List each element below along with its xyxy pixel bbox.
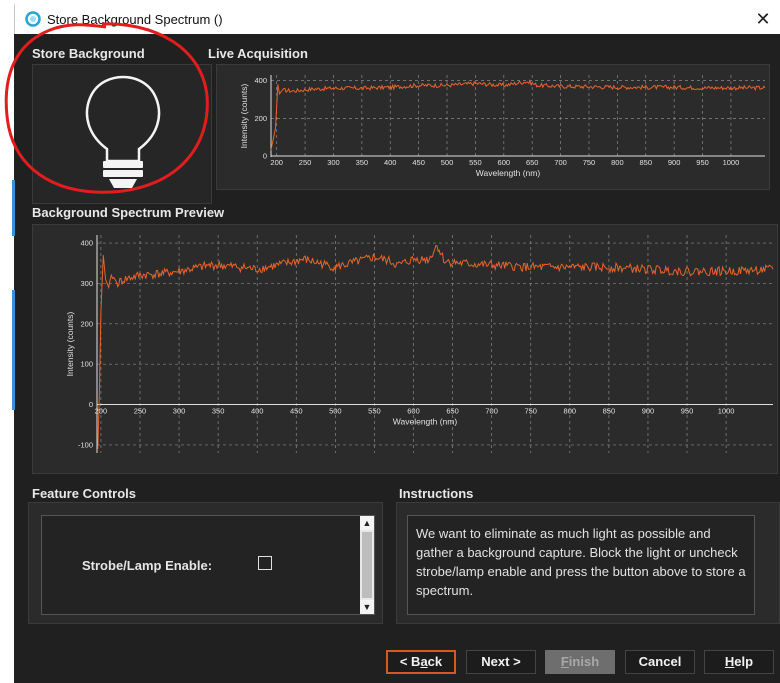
x-tick-label: 900 xyxy=(642,407,655,416)
x-tick-label: 350 xyxy=(212,407,225,416)
live-acquisition-title: Live Acquisition xyxy=(208,46,308,61)
x-tick-label: 250 xyxy=(299,158,312,167)
y-tick-label: 300 xyxy=(80,279,93,288)
x-tick-label: 400 xyxy=(251,407,264,416)
help-mnemonic: H xyxy=(724,654,735,669)
x-tick-label: 500 xyxy=(441,158,454,167)
y-axis-label: Intensity (counts) xyxy=(239,83,249,148)
back-button[interactable]: < Back xyxy=(386,650,456,674)
x-tick-label: 550 xyxy=(368,407,381,416)
x-tick-label: 700 xyxy=(554,158,567,167)
y-axis-label: Intensity (counts) xyxy=(65,311,75,376)
cancel-button[interactable]: Cancel xyxy=(625,650,695,674)
instructions-title: Instructions xyxy=(399,486,474,501)
x-tick-label: 850 xyxy=(640,158,653,167)
y-tick-label: 200 xyxy=(80,319,93,328)
back-label-end: ck xyxy=(427,654,443,669)
x-tick-label: 900 xyxy=(668,158,681,167)
store-background-button[interactable] xyxy=(32,64,212,204)
feature-controls-panel: Strobe/Lamp Enable: ▲ ▼ xyxy=(28,502,383,624)
x-tick-label: 200 xyxy=(95,407,108,416)
x-tick-label: 850 xyxy=(603,407,616,416)
x-tick-label: 1000 xyxy=(718,407,735,416)
y-tick-label: -100 xyxy=(78,440,93,449)
x-tick-label: 550 xyxy=(469,158,482,167)
x-tick-label: 450 xyxy=(412,158,425,167)
x-tick-label: 800 xyxy=(564,407,577,416)
live-acquisition-panel: 200 250 300 350 400 450 500 550 600 650 700 750 800 8… xyxy=(216,64,770,190)
help-label-rest: elp xyxy=(734,654,754,669)
x-tick-label: 1000 xyxy=(723,158,740,167)
x-tick-label: 500 xyxy=(329,407,342,416)
scroll-thumb[interactable] xyxy=(362,532,372,598)
x-tick-label: 650 xyxy=(446,407,459,416)
finish-button[interactable]: Finish xyxy=(545,650,615,674)
x-tick-label: 250 xyxy=(134,407,147,416)
x-tick-label: 450 xyxy=(290,407,303,416)
x-tick-label: 400 xyxy=(384,158,397,167)
spectrum-line xyxy=(270,79,766,151)
x-tick-label: 300 xyxy=(173,407,186,416)
x-tick-label: 350 xyxy=(356,158,369,167)
y-tick-label: 100 xyxy=(80,360,93,369)
y-tick-label: 0 xyxy=(89,400,93,409)
x-tick-label: 950 xyxy=(681,407,694,416)
scroll-up-arrow-icon[interactable]: ▲ xyxy=(360,516,374,530)
instructions-panel: We want to eliminate as much light as po… xyxy=(396,502,780,624)
scroll-down-arrow-icon[interactable]: ▼ xyxy=(360,600,374,614)
accent-bar xyxy=(12,290,15,410)
preview-title: Background Spectrum Preview xyxy=(32,205,225,220)
back-label-part: B xyxy=(407,654,421,669)
close-button[interactable]: ✕ xyxy=(752,8,774,30)
feature-controls-list: Strobe/Lamp Enable: ▲ ▼ xyxy=(41,515,375,615)
x-tick-label: 650 xyxy=(526,158,539,167)
x-tick-label: 200 xyxy=(270,158,283,167)
y-tick-label: 400 xyxy=(80,239,93,248)
y-tick-label: 0 xyxy=(263,152,267,161)
x-tick-label: 300 xyxy=(327,158,340,167)
next-button[interactable]: Next > xyxy=(466,650,536,674)
finish-label-rest: inish xyxy=(568,654,600,669)
wizard-window: Store Background Live Acquisition 200 250… xyxy=(12,34,780,683)
x-axis-label: Wavelength (nm) xyxy=(393,417,458,427)
back-mnemonic: a xyxy=(420,654,428,669)
app-icon xyxy=(25,11,41,27)
y-tick-label: 200 xyxy=(254,114,267,123)
preview-chart: 200 250 300 350 400 450 500 550 600 650 700 750 800 8… xyxy=(65,235,774,453)
window-title: Store Background Spectrum () xyxy=(47,11,223,27)
x-tick-label: 750 xyxy=(524,407,537,416)
store-background-title: Store Background xyxy=(32,46,145,61)
y-tick-label: 400 xyxy=(254,76,267,85)
feature-controls-title: Feature Controls xyxy=(32,486,137,501)
x-tick-label: 600 xyxy=(407,407,420,416)
strobe-lamp-label: Strobe/Lamp Enable: xyxy=(82,558,213,573)
help-button[interactable]: Help xyxy=(704,650,774,674)
finish-mnemonic: F xyxy=(560,654,569,669)
x-axis-label: Wavelength (nm) xyxy=(476,168,541,178)
x-tick-label: 950 xyxy=(696,158,709,167)
x-tick-label: 700 xyxy=(485,407,498,416)
accent-bar xyxy=(12,180,15,236)
strobe-lamp-checkbox[interactable] xyxy=(258,556,272,570)
feature-scrollbar[interactable]: ▲ ▼ xyxy=(360,516,374,614)
x-tick-label: 800 xyxy=(611,158,624,167)
x-tick-label: 750 xyxy=(583,158,596,167)
title-bar: Store Background Spectrum () ✕ xyxy=(14,4,780,34)
x-tick-label: 600 xyxy=(498,158,511,167)
live-acquisition-chart: 200 250 300 350 400 450 500 550 600 650 700 750 800 8… xyxy=(239,75,766,178)
light-bulb-icon xyxy=(85,75,161,188)
instructions-text: We want to eliminate as much light as po… xyxy=(407,515,755,615)
preview-panel: 200 250 300 350 400 450 500 550 600 650 700 750 800 8… xyxy=(32,224,778,474)
